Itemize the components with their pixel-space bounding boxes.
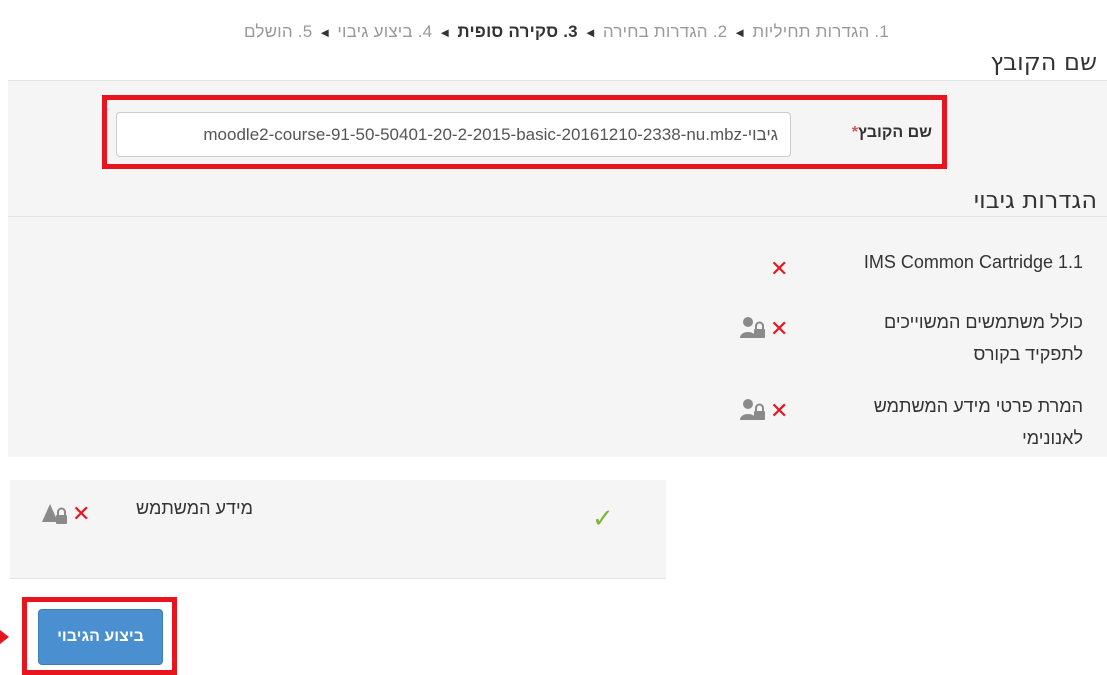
warning-lock-icon	[42, 504, 67, 524]
step-separator-icon: ◄	[733, 25, 747, 40]
step-separator-icon: ◄	[438, 25, 452, 40]
step-3-current: 3. סקירה סופית	[457, 22, 578, 41]
backup-settings-heading: הגדרות גיבוי	[973, 186, 1097, 214]
filename-section-heading: שם הקובץ	[990, 48, 1097, 76]
user-lock-icon	[740, 317, 765, 338]
x-icon: ✕	[770, 398, 789, 423]
section-divider	[8, 80, 1107, 81]
panel-divider	[10, 578, 666, 579]
step-separator-icon: ◄	[583, 25, 597, 40]
settings-panel-lower-background	[10, 480, 666, 578]
step-4: 4. ביצוע גיבוי	[337, 22, 433, 41]
setting-include-enrolled-users-label: כולל משתמשים המשוייכים לתפקיד בקורס	[883, 312, 1083, 364]
x-icon: ✕	[770, 316, 789, 341]
progress-stepper: 1. הגדרות תחיליות ◄ 2. הגדרות בחירה ◄ 3. סקי…	[244, 22, 889, 42]
setting-ims-common-cartridge-label: IMS Common Cartridge 1.1	[863, 252, 1083, 272]
step-2: 2. הגדרות בחירה	[602, 22, 728, 41]
x-icon: ✕	[72, 501, 91, 526]
arrow-pointer-icon	[0, 630, 9, 644]
section-divider	[8, 216, 1107, 217]
step-5: 5. הושלם	[244, 22, 313, 41]
x-icon: ✕	[770, 256, 789, 281]
setting-anonymize-user-info-label: המרת פרטי מידע המשתמש לאנונימי	[873, 396, 1083, 448]
step-separator-icon: ◄	[318, 25, 332, 40]
user-lock-icon	[740, 399, 765, 420]
backup-button-highlight-box	[22, 597, 177, 675]
step-1: 1. הגדרות תחיליות	[752, 22, 889, 41]
check-icon: ✓	[592, 503, 614, 533]
setting-user-data-label: מידע המשתמש	[136, 498, 253, 518]
filename-highlight-box	[102, 95, 947, 169]
